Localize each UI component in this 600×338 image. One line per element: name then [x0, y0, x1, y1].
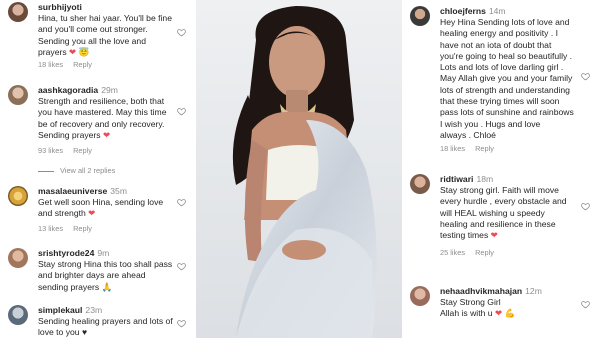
comment-username[interactable]: aashkagoradia — [38, 85, 98, 95]
likes-count[interactable]: 18 likes — [38, 60, 63, 69]
like-heart-icon[interactable] — [177, 198, 186, 207]
heart-emoji: ❤ — [102, 129, 111, 140]
comment-username[interactable]: chloejferns — [440, 6, 486, 16]
comment-username[interactable]: ridtiwari — [440, 174, 473, 184]
likes-count[interactable]: 18 likes — [440, 144, 465, 153]
view-replies-label: View all 2 replies — [60, 166, 116, 175]
comment-text: Stay strong Hina this too shall pass and… — [38, 259, 172, 293]
comment-time: 29m — [101, 85, 118, 95]
avatar[interactable] — [8, 2, 28, 22]
comment-username[interactable]: nehaadhvikmahajan — [440, 286, 522, 296]
comment-text: Strength and resilience, both that you h… — [38, 96, 166, 141]
view-replies-link[interactable]: View all 2 replies — [38, 166, 115, 175]
avatar-photo — [8, 85, 28, 105]
reply-link[interactable]: Reply — [73, 146, 92, 155]
comment-text-content: Hina, tu sher hai yaar. You'll be fine a… — [38, 13, 172, 57]
reply-link[interactable]: Reply — [475, 248, 494, 257]
comment-username[interactable]: surbhijyoti — [38, 2, 82, 12]
like-heart-icon[interactable] — [177, 107, 186, 116]
avatar-photo — [8, 248, 28, 268]
like-heart-icon[interactable] — [581, 300, 590, 309]
heart-emoji: ❤ — [69, 46, 77, 57]
comment-header: surbhijyoti — [38, 2, 82, 13]
comment-text: Stay strong girl. Faith will move every … — [440, 185, 567, 241]
avatar-photo — [8, 305, 28, 325]
comment-time: 23m — [85, 305, 103, 315]
likes-count[interactable]: 13 likes — [38, 224, 63, 233]
comment-header: srishtyrode24 9m — [38, 248, 109, 259]
avatar-photo — [410, 6, 430, 26]
comment-text: Stay Strong Girl Allah is with u ❤ 💪 — [440, 297, 515, 320]
smile-emoji: 😇 — [78, 46, 90, 57]
comment-header: masalaeuniverse 35m — [38, 186, 127, 197]
heart-emoji: ❤ — [490, 230, 498, 241]
avatar[interactable] — [8, 85, 28, 105]
photo-illustration — [196, 0, 402, 338]
comment-meta: 25 likes Reply — [440, 248, 494, 257]
comment-username[interactable]: masalaeuniverse — [38, 186, 107, 196]
pray-emoji: 🙏 — [101, 281, 113, 292]
comment-text: Hey Hina Sending lots of love and healin… — [440, 17, 574, 141]
avatar[interactable] — [410, 174, 430, 194]
comment-meta: 13 likes Reply — [38, 224, 92, 233]
comment-header: chloejferns 14m — [440, 6, 506, 17]
left-comments-panel: surbhijyoti Hina, tu sher hai yaar. You'… — [0, 0, 196, 338]
comment-text: Hina, tu sher hai yaar. You'll be fine a… — [38, 13, 172, 58]
comment-header: nehaadhvikmahajan 12m — [440, 286, 542, 297]
likes-count[interactable]: 25 likes — [440, 248, 465, 257]
like-heart-icon[interactable] — [177, 319, 186, 328]
comment-text-content: Sending healing prayers and lots of love… — [38, 316, 173, 338]
like-heart-icon[interactable] — [177, 28, 186, 37]
reply-link[interactable]: Reply — [73, 224, 92, 233]
heart-emoji: ❤ — [88, 208, 96, 219]
comment-username[interactable]: simplekaul — [38, 305, 82, 315]
comment-time: 18m — [476, 174, 494, 184]
comment-meta: 18 likes Reply — [38, 60, 92, 69]
comment-time: 12m — [525, 286, 542, 296]
comment-meta: 93 likes Reply — [38, 146, 92, 155]
like-heart-icon[interactable] — [581, 202, 590, 211]
comment-header: simplekaul 23m — [38, 305, 102, 316]
celebrity-photo — [196, 0, 402, 338]
avatar[interactable] — [8, 305, 28, 325]
reply-link[interactable]: Reply — [475, 144, 494, 153]
avatar[interactable] — [8, 186, 28, 206]
reply-link[interactable]: Reply — [73, 60, 92, 69]
avatar-photo — [410, 286, 430, 306]
avatar-photo — [8, 186, 28, 206]
heart-emoji: ♥ — [81, 327, 88, 338]
avatar[interactable] — [410, 6, 430, 26]
comment-time: 9m — [97, 248, 110, 258]
comment-username[interactable]: srishtyrode24 — [38, 248, 94, 258]
comment-text-content: Stay Strong Girl Allah is with u — [440, 297, 501, 319]
comment-time: 14m — [488, 6, 506, 16]
heart-emoji: ❤ — [494, 308, 503, 319]
right-comments-panel: chloejferns 14m Hey Hina Sending lots of … — [402, 0, 600, 338]
comment-text: Get well soon Hina, sending love and str… — [38, 197, 163, 220]
avatar[interactable] — [410, 286, 430, 306]
like-heart-icon[interactable] — [177, 262, 186, 271]
avatar-photo — [410, 174, 430, 194]
avatar[interactable] — [8, 248, 28, 268]
divider — [38, 170, 54, 172]
comment-time: 35m — [110, 186, 127, 196]
comment-text-content: Hey Hina Sending lots of love and healin… — [440, 17, 574, 140]
likes-count[interactable]: 93 likes — [38, 146, 63, 155]
comment-text: Sending healing prayers and lots of love… — [38, 316, 173, 338]
like-heart-icon[interactable] — [581, 72, 590, 81]
comment-header: ridtiwari 18m — [440, 174, 493, 185]
muscle-emoji: 💪 — [504, 308, 516, 319]
comment-text-content: Stay strong girl. Faith will move every … — [440, 185, 567, 241]
avatar-photo — [8, 2, 28, 22]
comment-text-content: Get well soon Hina, sending love and str… — [38, 197, 164, 219]
comment-header: aashkagoradia 29m — [38, 85, 118, 96]
comment-meta: 18 likes Reply — [440, 144, 494, 153]
